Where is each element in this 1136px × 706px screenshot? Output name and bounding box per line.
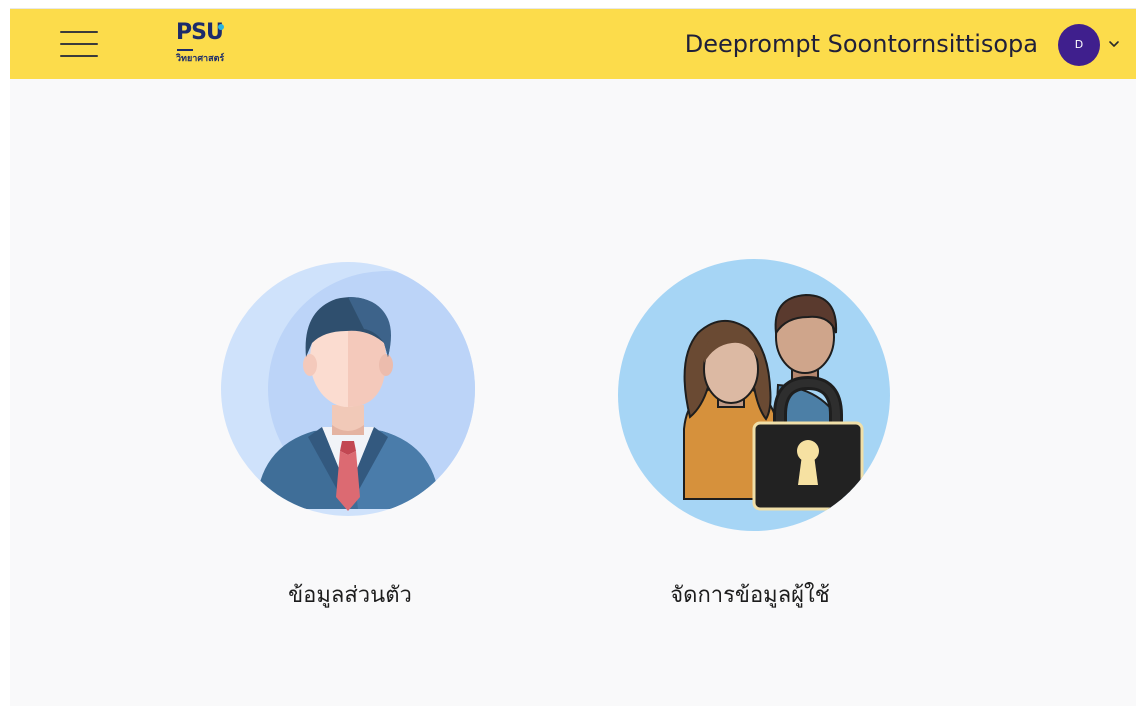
- logo-mark: PSU: [176, 20, 224, 45]
- user-name: Deeprompt Soontornsittisopa: [684, 30, 1038, 58]
- users-lock-icon: [618, 259, 898, 539]
- chevron-down-icon[interactable]: [1107, 35, 1121, 53]
- logo-dot-icon: [218, 24, 224, 30]
- manage-users-card[interactable]: จัดการข้อมูลผู้ใช้: [600, 259, 900, 619]
- logo-underline: [177, 49, 193, 51]
- psu-science-logo[interactable]: PSU วิทยาศาสตร์: [172, 19, 242, 71]
- personal-info-card[interactable]: ข้อมูลส่วนตัว: [200, 259, 500, 619]
- app-window: PSU วิทยาศาสตร์ Deeprompt Soontornsittis…: [10, 8, 1136, 706]
- businessman-icon: [218, 259, 498, 539]
- manage-users-label: จัดการข้อมูลผู้ใช้: [670, 583, 830, 608]
- user-avatar[interactable]: D: [1058, 24, 1100, 66]
- logo-subtitle: วิทยาศาสตร์: [176, 54, 225, 64]
- personal-info-label: ข้อมูลส่วนตัว: [288, 583, 412, 608]
- top-navbar: PSU วิทยาศาสตร์ Deeprompt Soontornsittis…: [10, 9, 1136, 79]
- hamburger-menu-icon[interactable]: [60, 27, 98, 61]
